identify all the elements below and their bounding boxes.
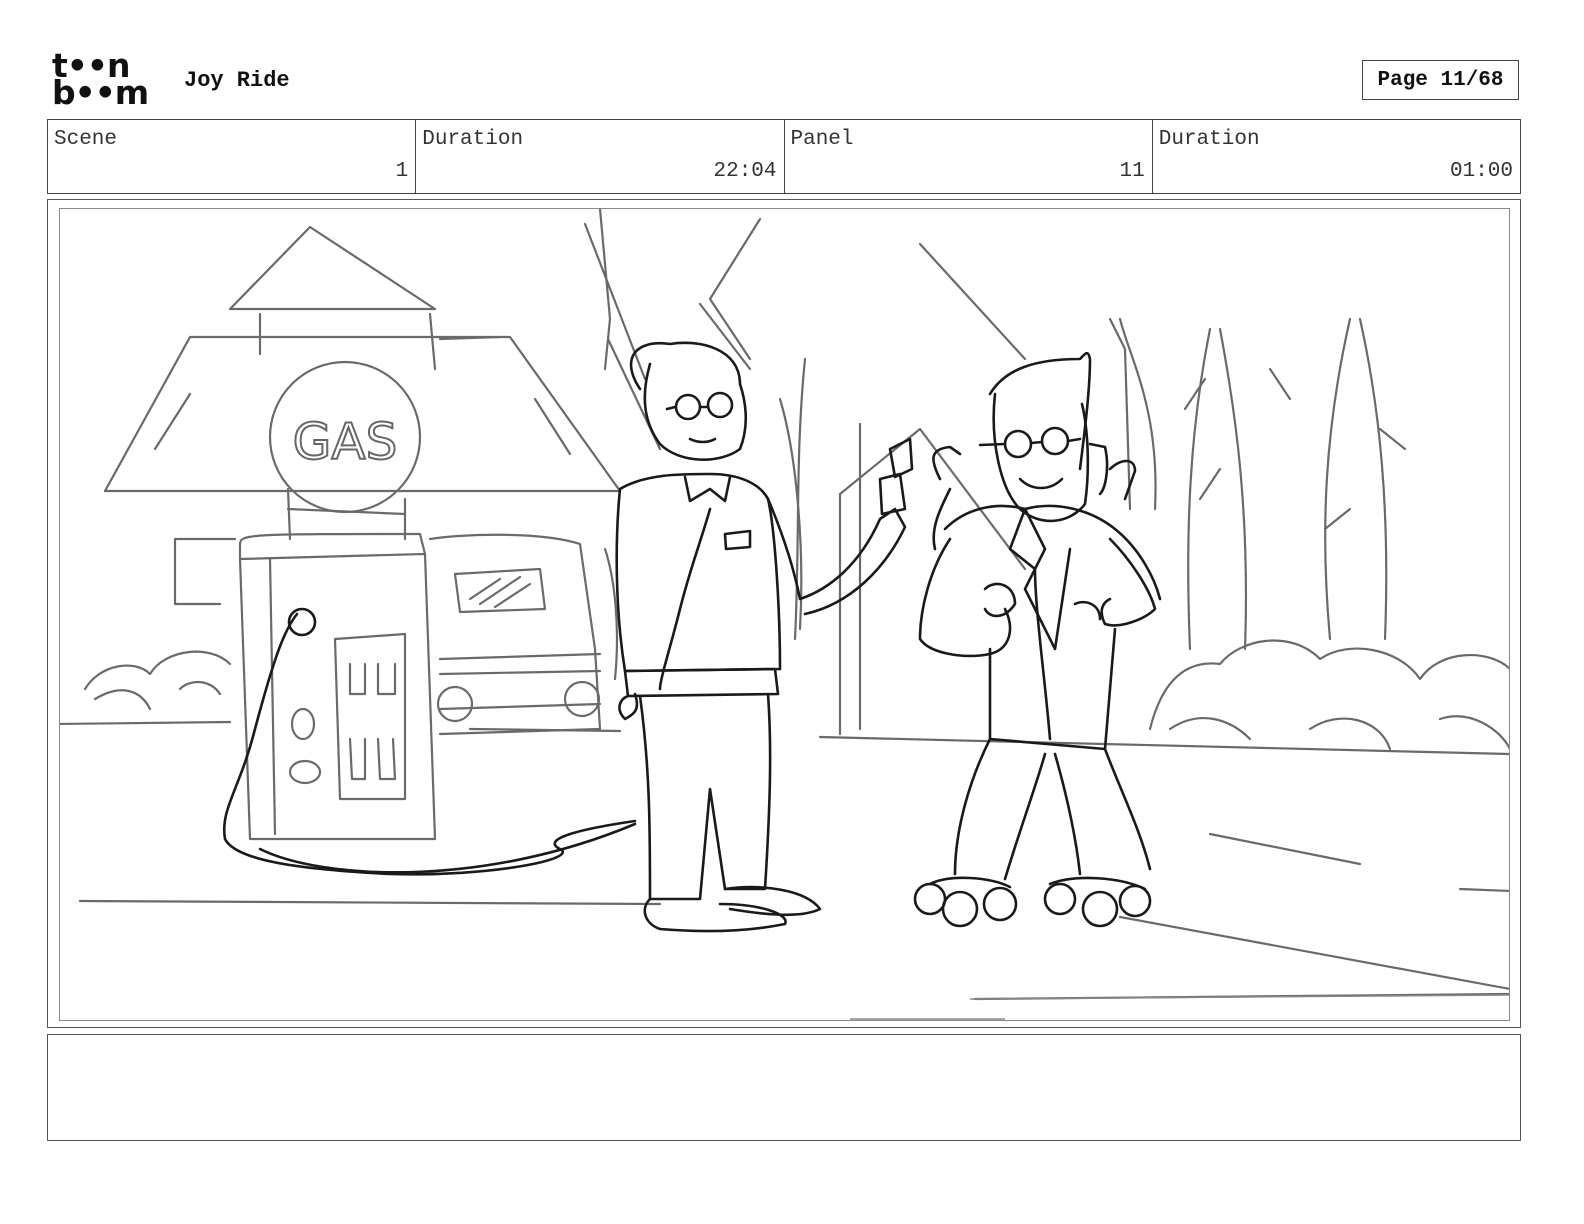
panel-notes-box [47,1034,1521,1141]
page-indicator: Page 11/68 [1362,60,1519,100]
scene-label: Scene [54,128,118,151]
project-title: Joy Ride [184,68,290,93]
scene-value: 1 [395,160,409,183]
panel-duration-value: 01:00 [1449,160,1513,183]
background-sketch [60,209,1509,1001]
storyboard-panel-frame: GAS [47,199,1521,1028]
panel-duration-cell: Duration 01:00 [1153,120,1520,193]
panel-value: 11 [1119,160,1145,183]
gas-sign-text: GAS [293,413,398,471]
scene-duration-label: Duration [422,128,524,151]
panel-duration-label: Duration [1158,128,1260,151]
toon-boom-logo: t••n b••m [52,49,164,112]
scene-duration-value: 22:04 [713,160,777,183]
panel-cell: Panel 11 [785,120,1153,193]
panel-label: Panel [790,128,854,151]
scene-info-table: Scene 1 Duration 22:04 Panel 11 Duration… [47,119,1521,194]
bottom-frame-marks [850,994,1509,1020]
scene-duration-cell: Duration 22:04 [416,120,785,193]
gas-station-sketch: GAS [60,209,1509,1020]
scene-cell: Scene 1 [48,120,417,193]
logo-bottom-word: b••m [52,73,149,112]
storyboard-panel-image: GAS [59,208,1510,1021]
